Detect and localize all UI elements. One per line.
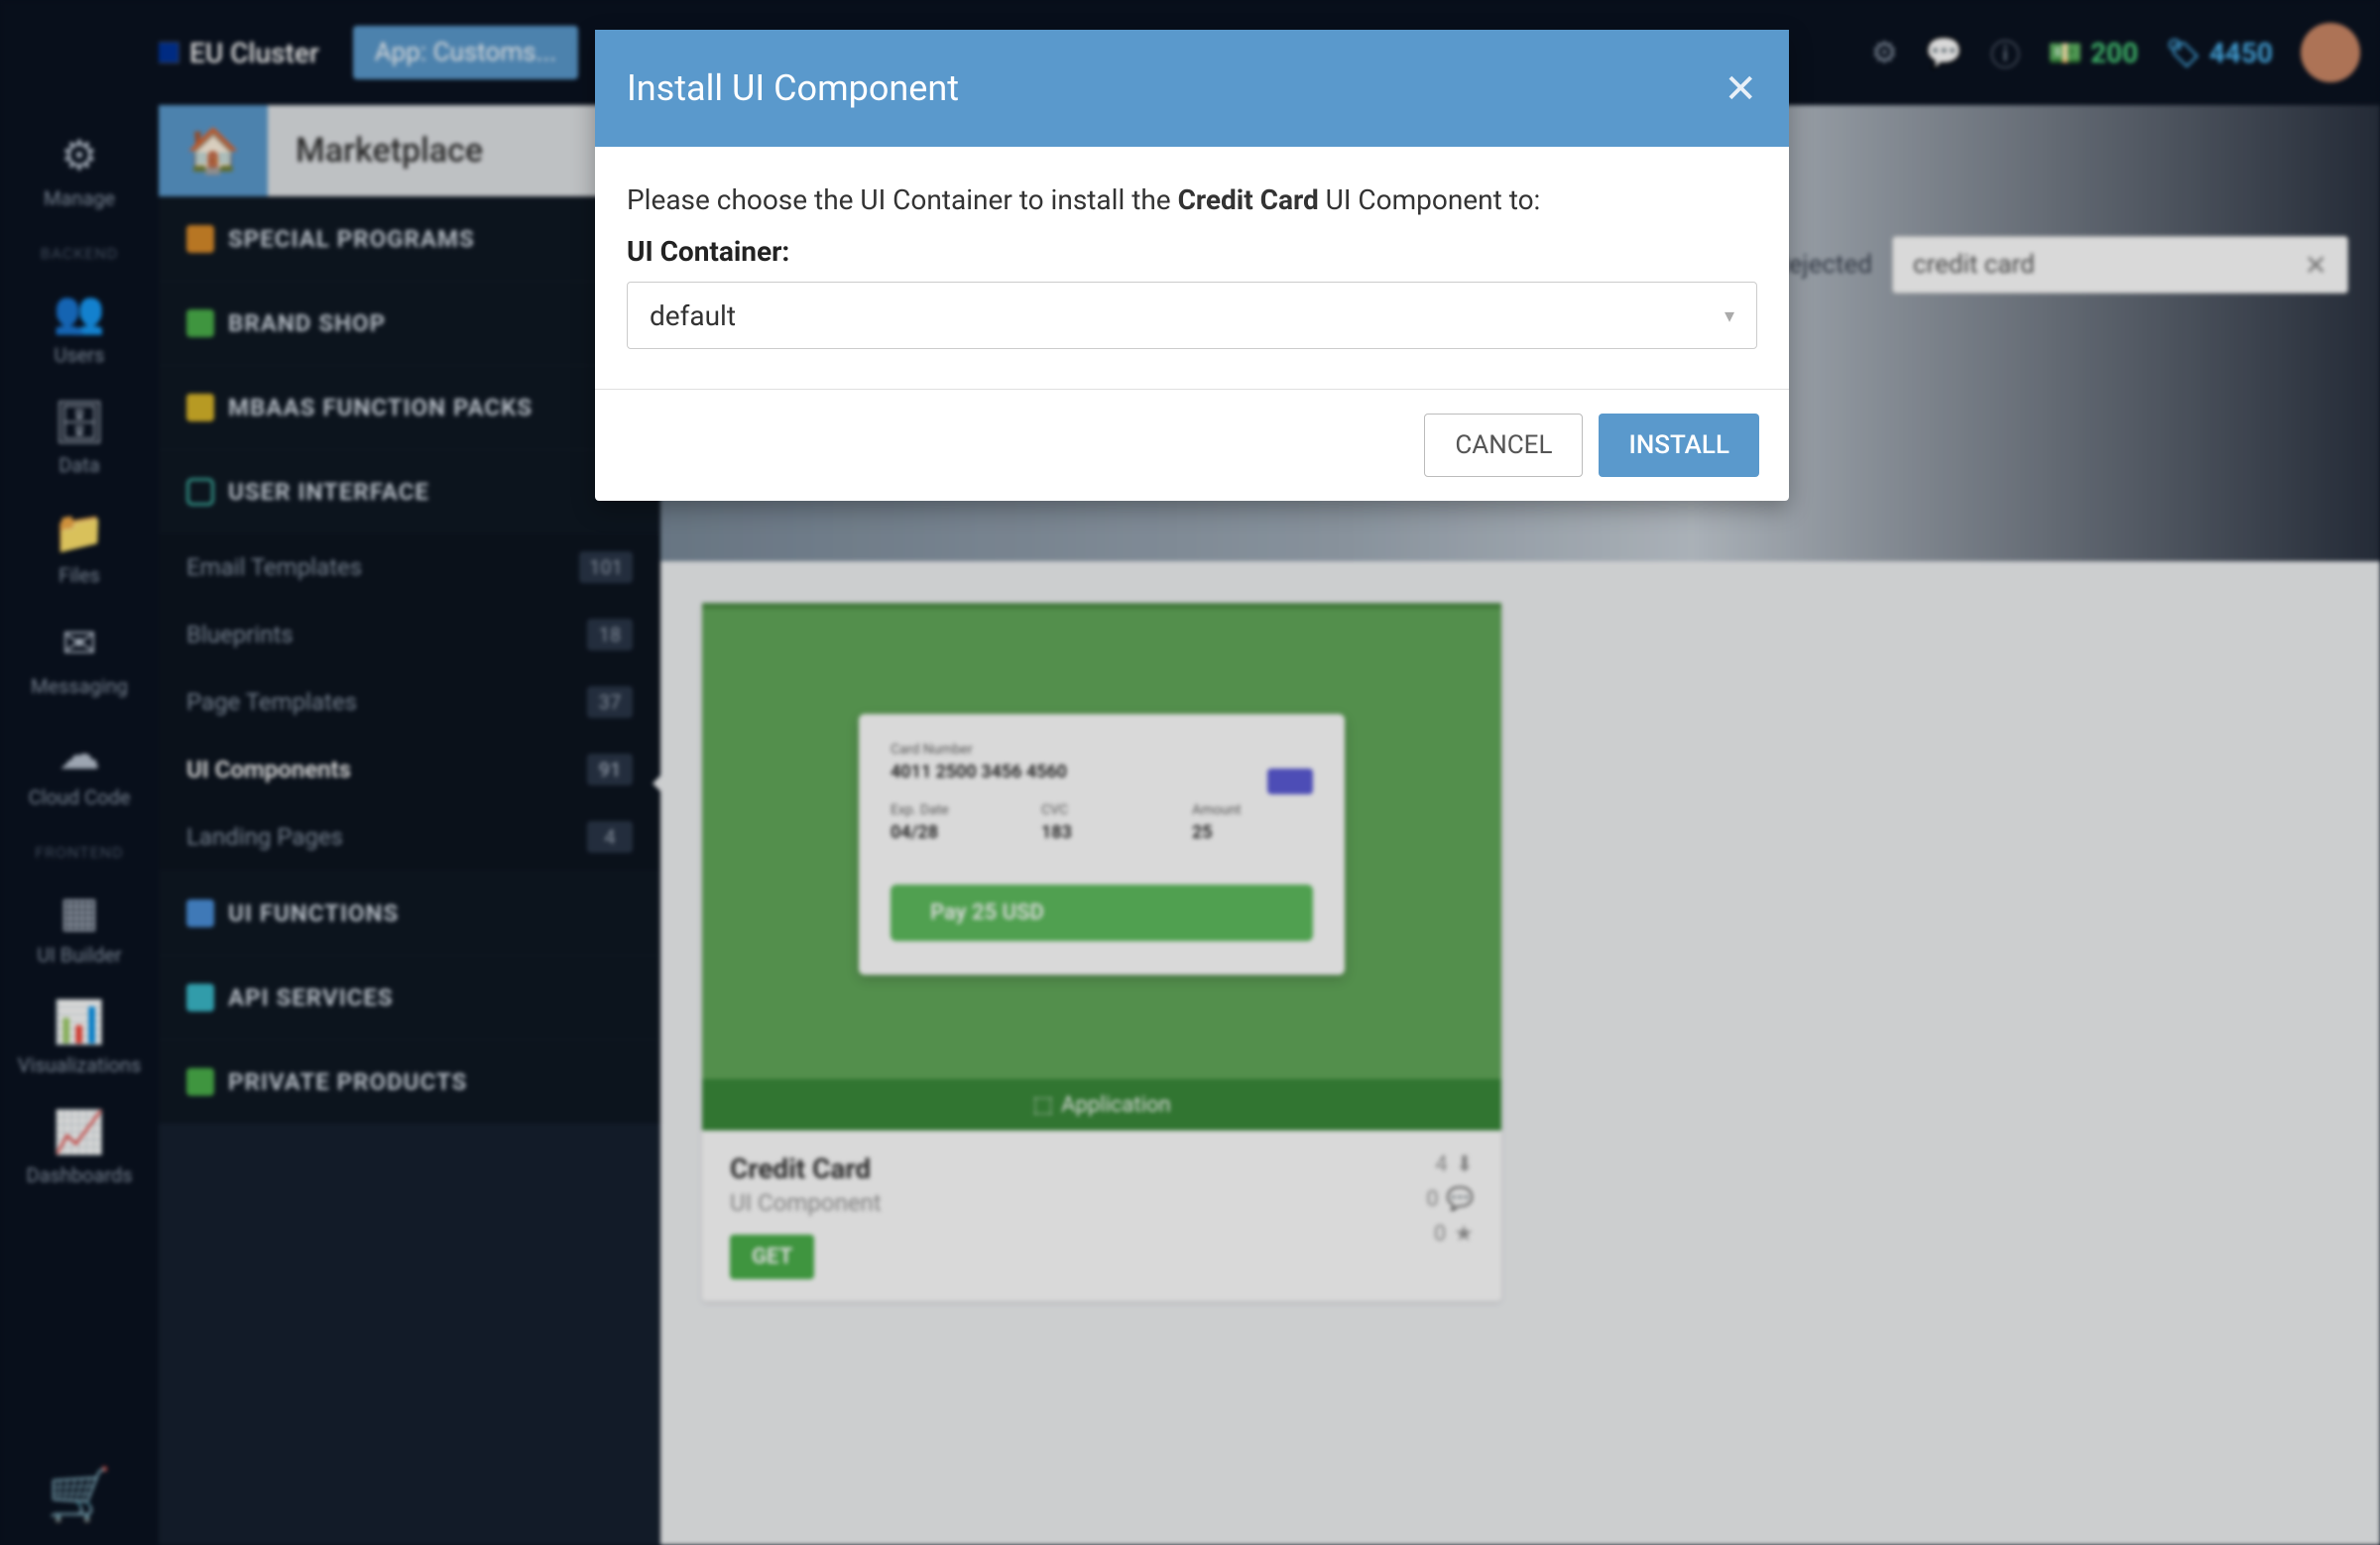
close-icon[interactable]: ✕ <box>1724 65 1757 112</box>
modal-title: Install UI Component <box>627 67 959 109</box>
select-value: default <box>650 299 736 332</box>
modal-label: UI Container: <box>627 235 1757 268</box>
chevron-down-icon: ▾ <box>1725 303 1734 327</box>
modal-footer: CANCEL INSTALL <box>595 389 1789 501</box>
cancel-button[interactable]: CANCEL <box>1424 414 1583 477</box>
install-modal: Install UI Component ✕ Please choose the… <box>595 30 1789 501</box>
install-button[interactable]: INSTALL <box>1599 414 1759 477</box>
modal-text: Please choose the UI Container to instal… <box>627 180 1757 219</box>
modal-header: Install UI Component ✕ <box>595 30 1789 147</box>
ui-container-select[interactable]: default ▾ <box>627 282 1757 349</box>
